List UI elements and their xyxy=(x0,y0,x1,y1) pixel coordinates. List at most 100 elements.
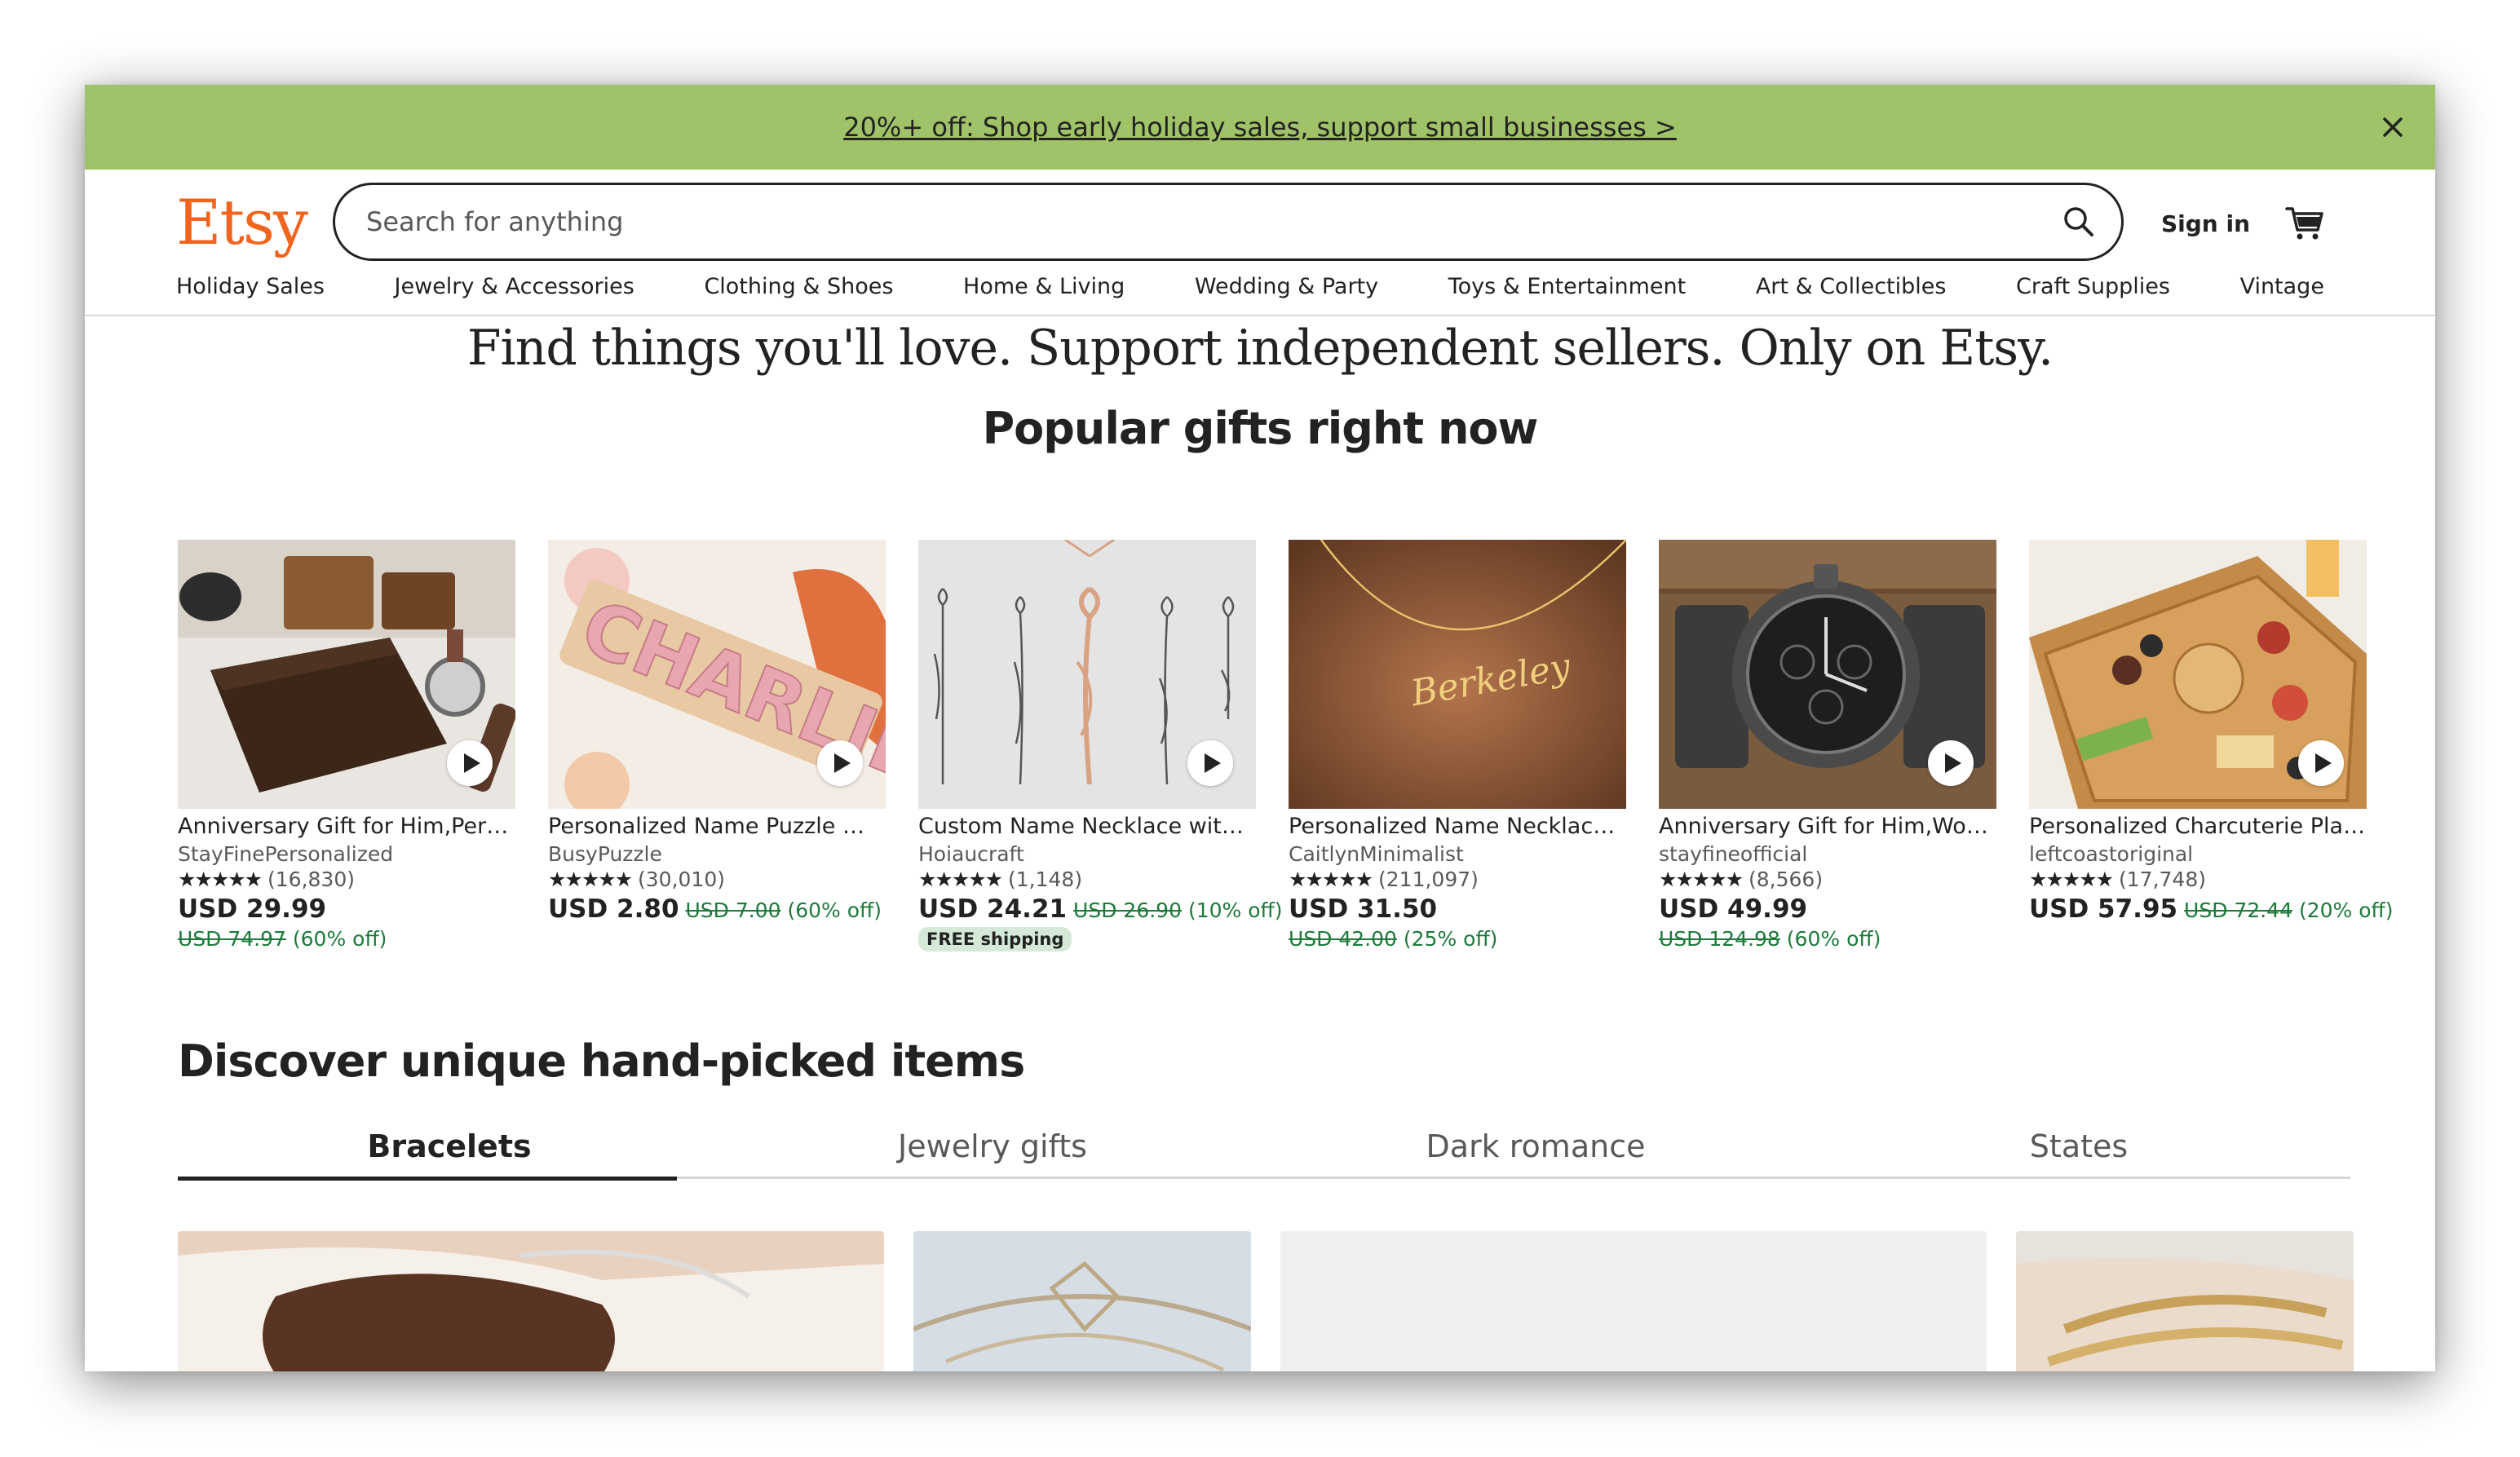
product-image-charcuterie-board[interactable] xyxy=(2029,540,2367,809)
product-image-name-puzzle[interactable]: CHARLIE xyxy=(548,540,886,809)
product-shop[interactable]: StayFinePersonalized xyxy=(178,842,515,866)
product-rating: ★★★★★ (16,830) xyxy=(178,868,515,891)
original-price: USD 124.98 xyxy=(1659,927,1780,951)
original-price: USD 26.90 xyxy=(1073,898,1182,922)
product-title[interactable]: Personalized Name Necklace Gold xyxy=(1289,814,1626,839)
product-card[interactable]: CHARLIE Personalized Name Puzzle With Pe… xyxy=(548,540,886,951)
product-price: USD 29.99 xyxy=(178,894,327,924)
nav-clothing-shoes[interactable]: Clothing & Shoes xyxy=(704,274,893,299)
rating-stars-icon: ★★★★★ xyxy=(2029,868,2114,891)
product-title[interactable]: Anniversary Gift for Him,Wooden Watch xyxy=(1659,814,1996,839)
product-card[interactable]: Custom Name Necklace with Birth Flower H… xyxy=(918,540,1282,951)
product-rating: ★★★★★ (30,010) xyxy=(548,868,886,891)
discount-line: USD 42.00 (25% off) xyxy=(1289,927,1626,951)
product-title[interactable]: Personalized Charcuterie Platter Board xyxy=(2029,814,2367,839)
promo-link[interactable]: 20%+ off: Shop early holiday sales, supp… xyxy=(843,112,1677,143)
product-shop[interactable]: Hoiaucraft xyxy=(918,842,1256,866)
product-rating: ★★★★★ (1,148) xyxy=(918,868,1256,891)
price-line: USD 49.99 xyxy=(1659,894,1996,924)
free-shipping-badge: FREE shipping xyxy=(918,927,1072,951)
discount-percent: (60% off) xyxy=(1786,927,1881,951)
product-image-gold-necklace[interactable]: Berkeley xyxy=(1289,540,1626,809)
product-title[interactable]: Personalized Name Puzzle With Pegs xyxy=(548,814,886,839)
close-icon[interactable] xyxy=(2378,113,2407,142)
hero-tagline: Find things you'll love. Support indepen… xyxy=(466,320,2054,377)
search-bar xyxy=(333,183,2124,261)
nav-toys-entertainment[interactable]: Toys & Entertainment xyxy=(1448,274,1687,299)
discount-percent: (60% off) xyxy=(787,898,882,922)
discount-line: USD 124.98 (60% off) xyxy=(1659,927,1996,951)
price-line: USD 57.95 USD 72.44 (20% off) xyxy=(2029,894,2393,924)
rating-stars-icon: ★★★★★ xyxy=(178,868,263,891)
etsy-logo[interactable]: Etsy xyxy=(176,186,320,258)
play-icon[interactable] xyxy=(817,740,863,786)
original-price: USD 72.44 xyxy=(2184,898,2292,922)
active-tab-indicator xyxy=(178,1177,677,1181)
review-count: (16,830) xyxy=(267,868,355,891)
product-title[interactable]: Anniversary Gift for Him,Personalized Le… xyxy=(178,814,515,839)
discount-percent: (25% off) xyxy=(1403,927,1498,951)
promo-banner: 20%+ off: Shop early holiday sales, supp… xyxy=(85,85,2435,170)
product-price: USD 31.50 xyxy=(1289,894,1438,924)
product-card[interactable]: Personalized Charcuterie Platter Board l… xyxy=(2029,540,2393,951)
discover-item-image[interactable] xyxy=(1280,1231,1987,1371)
product-card[interactable]: Berkeley Personalized Name Necklace Gold… xyxy=(1289,540,1626,951)
product-rating: ★★★★★ (17,748) xyxy=(2029,868,2367,891)
review-count: (1,148) xyxy=(1008,868,1083,891)
product-price: USD 24.21 xyxy=(918,894,1068,924)
nav-art-collectibles[interactable]: Art & Collectibles xyxy=(1756,274,1947,299)
product-shop[interactable]: leftcoastoriginal xyxy=(2029,842,2367,866)
nav-wedding-party[interactable]: Wedding & Party xyxy=(1195,274,1378,299)
product-image-wooden-watch[interactable] xyxy=(1659,540,1996,809)
product-price: USD 57.95 xyxy=(2029,894,2178,924)
price-line: USD 31.50 xyxy=(1289,894,1626,924)
review-count: (211,097) xyxy=(1378,868,1479,891)
tab-jewelry-gifts[interactable]: Jewelry gifts xyxy=(721,1128,1264,1177)
discount-line: USD 74.97 (60% off) xyxy=(178,927,515,951)
play-icon[interactable] xyxy=(1928,740,1974,786)
tab-dark-romance[interactable]: Dark romance xyxy=(1264,1128,1807,1177)
search-input[interactable] xyxy=(366,206,2061,237)
product-card[interactable]: Anniversary Gift for Him,Personalized Le… xyxy=(178,540,515,951)
product-rating: ★★★★★ (211,097) xyxy=(1289,868,1626,891)
tab-states[interactable]: States xyxy=(1807,1128,2350,1177)
product-image-wallet[interactable] xyxy=(178,540,515,809)
discover-items xyxy=(178,1231,2354,1371)
play-icon[interactable] xyxy=(2298,740,2344,786)
product-shop[interactable]: CaitlynMinimalist xyxy=(1289,842,1626,866)
nav-holiday-sales[interactable]: Holiday Sales xyxy=(176,274,325,299)
discover-item-image[interactable] xyxy=(178,1231,884,1371)
review-count: (30,010) xyxy=(638,868,725,891)
cart-icon[interactable] xyxy=(2285,205,2324,241)
nav-jewelry-accessories[interactable]: Jewelry & Accessories xyxy=(395,274,634,299)
search-icon[interactable] xyxy=(2061,204,2097,240)
price-line: USD 2.80 USD 7.00 (60% off) xyxy=(548,894,886,924)
nav-vintage[interactable]: Vintage xyxy=(2240,274,2324,299)
review-count: (8,566) xyxy=(1749,868,1824,891)
rating-stars-icon: ★★★★★ xyxy=(1659,868,1744,891)
review-count: (17,748) xyxy=(2119,868,2206,891)
product-shop[interactable]: stayfineofficial xyxy=(1659,842,1996,866)
sign-in-link[interactable]: Sign in xyxy=(2161,210,2250,237)
price-line: USD 29.99 xyxy=(178,894,515,924)
category-nav: Holiday Sales Jewelry & Accessories Clot… xyxy=(85,274,2435,316)
nav-home-living[interactable]: Home & Living xyxy=(963,274,1125,299)
rating-stars-icon: ★★★★★ xyxy=(918,868,1003,891)
discover-item-image[interactable] xyxy=(913,1231,1251,1371)
play-icon[interactable] xyxy=(447,740,493,786)
original-price: USD 74.97 xyxy=(178,927,286,951)
product-card[interactable]: Anniversary Gift for Him,Wooden Watch st… xyxy=(1659,540,1996,951)
product-image-flower-necklace[interactable] xyxy=(918,540,1256,809)
product-title[interactable]: Custom Name Necklace with Birth Flower xyxy=(918,814,1256,839)
tab-bracelets[interactable]: Bracelets xyxy=(178,1128,721,1177)
product-shop[interactable]: BusyPuzzle xyxy=(548,842,886,866)
product-price: USD 2.80 xyxy=(548,894,679,924)
original-price: USD 42.00 xyxy=(1289,927,1397,951)
play-icon[interactable] xyxy=(1187,740,1233,786)
rating-stars-icon: ★★★★★ xyxy=(1289,868,1373,891)
discover-item-image[interactable] xyxy=(2016,1231,2354,1371)
nav-craft-supplies[interactable]: Craft Supplies xyxy=(2016,274,2170,299)
product-price: USD 49.99 xyxy=(1659,894,1808,924)
discount-percent: (10% off) xyxy=(1187,898,1283,922)
product-rating: ★★★★★ (8,566) xyxy=(1659,868,1996,891)
